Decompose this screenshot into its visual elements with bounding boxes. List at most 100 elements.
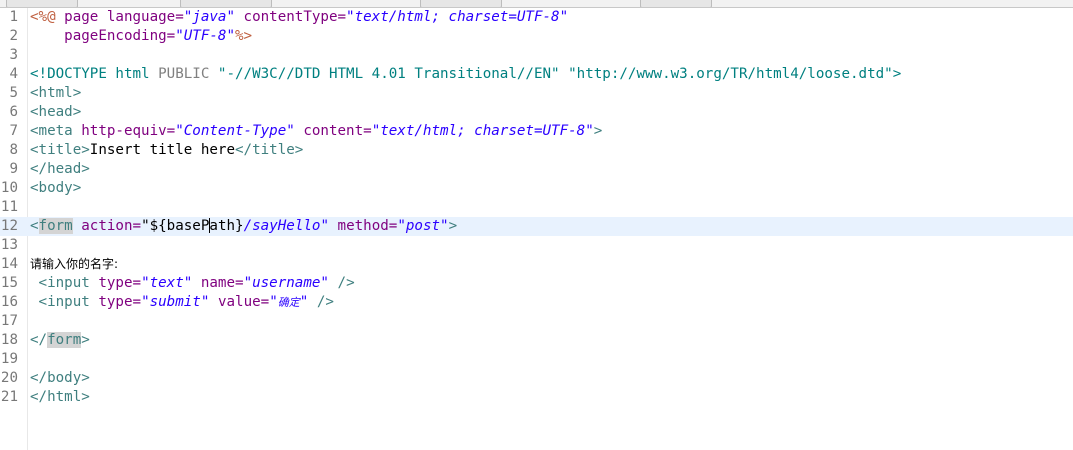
code-token: "text/html; charset=UTF-8" xyxy=(346,9,569,25)
code-text[interactable]: <!DOCTYPE html PUBLIC "-//W3C//DTD HTML … xyxy=(30,65,901,84)
code-token: <meta xyxy=(30,123,82,139)
code-token: form xyxy=(47,332,82,348)
code-line[interactable]: 9 </head> xyxy=(0,160,1073,179)
code-token: </title> xyxy=(235,142,304,158)
editor-tab[interactable] xyxy=(640,0,712,7)
code-text[interactable]: <meta http-equiv="Content-Type" content=… xyxy=(30,122,602,141)
line-number: 8 xyxy=(9,142,18,158)
code-line[interactable]: 4 <!DOCTYPE html PUBLIC "-//W3C//DTD HTML… xyxy=(0,65,1073,84)
code-line[interactable]: 6 <head> xyxy=(0,103,1073,122)
code-token: "${baseP xyxy=(141,218,210,234)
code-token: 确定 xyxy=(277,296,300,309)
code-text[interactable]: <body> xyxy=(30,179,81,198)
line-number: 7 xyxy=(9,123,18,139)
line-number: 14 xyxy=(0,256,18,272)
code-token: <input xyxy=(30,275,99,291)
code-line[interactable]: 21 </html> xyxy=(0,388,1073,407)
code-line[interactable]: 13 xyxy=(0,236,1073,255)
code-token: http-equiv= xyxy=(81,123,176,139)
line-number: 21 xyxy=(0,389,18,405)
code-token: > xyxy=(593,123,603,139)
code-token: /sayHello" xyxy=(243,218,329,234)
code-token: method= xyxy=(329,218,398,234)
code-token: name= xyxy=(192,275,244,291)
code-line[interactable]: 5 <html> xyxy=(0,84,1073,103)
code-token: Insert title here xyxy=(89,142,236,158)
code-text[interactable]: 请输入你的名字: xyxy=(30,255,118,274)
code-text[interactable]: <input type="submit" value="确定" /> xyxy=(30,293,334,312)
code-token: </body> xyxy=(30,370,90,386)
code-lines[interactable]: 1 <%@ page language="java" contentType="t… xyxy=(0,8,1073,407)
code-token: /> xyxy=(328,275,355,291)
code-token: "-//W3C//DTD HTML 4.01 Transitional//EN"… xyxy=(217,66,893,82)
code-token: contentType= xyxy=(235,9,347,25)
code-line[interactable]: 17 xyxy=(0,312,1073,331)
code-token: content= xyxy=(294,123,372,139)
code-token: language= xyxy=(106,9,184,25)
code-line[interactable]: 19 xyxy=(0,350,1073,369)
code-token: "text/html; charset=UTF-8" xyxy=(371,123,594,139)
editor-tab[interactable] xyxy=(6,0,78,7)
code-text[interactable]: <form action="${basePath}/sayHello" meth… xyxy=(30,217,457,236)
code-token: 请输入你的名字: xyxy=(30,257,119,271)
code-line[interactable]: 14 请输入你的名字: xyxy=(0,255,1073,274)
code-line[interactable]: 18 </form> xyxy=(0,331,1073,350)
code-text[interactable]: </body> xyxy=(30,369,90,388)
code-line[interactable]: 11 xyxy=(0,198,1073,217)
code-token: page xyxy=(55,9,107,25)
code-token: PUBLIC xyxy=(158,66,218,82)
code-token: <%@ xyxy=(30,9,56,25)
editor-tab-strip[interactable] xyxy=(0,0,1073,8)
code-token: < xyxy=(30,218,39,234)
code-editor[interactable]: 1 <%@ page language="java" contentType="t… xyxy=(0,0,1073,450)
code-token: </head> xyxy=(30,161,90,177)
code-line[interactable]: 3 xyxy=(0,46,1073,65)
code-text[interactable]: <html> xyxy=(30,84,81,103)
editor-tab[interactable] xyxy=(180,0,272,7)
code-text[interactable]: </form> xyxy=(30,331,90,350)
code-text[interactable]: <%@ page language="java" contentType="te… xyxy=(30,8,568,27)
code-text[interactable]: <input type="text" name="username" /> xyxy=(30,274,355,293)
code-line[interactable]: 8 <title>Insert title here</title> xyxy=(0,141,1073,160)
line-number: 9 xyxy=(9,161,18,177)
code-token: type= xyxy=(98,294,142,310)
code-token: "text" xyxy=(141,275,193,291)
code-token: %> xyxy=(235,28,253,44)
code-text[interactable]: <head> xyxy=(30,103,81,122)
code-line[interactable]: 10 <body> xyxy=(0,179,1073,198)
code-line[interactable]: 1 <%@ page language="java" contentType="t… xyxy=(0,8,1073,27)
code-token: <!DOCTYPE html xyxy=(30,66,159,82)
code-token: <body> xyxy=(30,180,82,196)
code-line[interactable]: 2 pageEncoding="UTF-8"%> xyxy=(0,27,1073,46)
code-token: > xyxy=(81,332,90,348)
code-token: action= xyxy=(72,218,142,234)
code-line[interactable]: 7 <meta http-equiv="Content-Type" content… xyxy=(0,122,1073,141)
code-text[interactable]: pageEncoding="UTF-8"%> xyxy=(30,27,252,46)
code-token: > xyxy=(448,218,458,234)
code-token: ath} xyxy=(209,218,244,234)
line-number: 13 xyxy=(0,237,18,253)
code-token: </html> xyxy=(30,389,90,405)
line-number: 20 xyxy=(0,370,18,386)
line-number: 15 xyxy=(0,275,18,291)
code-line[interactable]: 15 <input type="text" name="username" /> xyxy=(0,274,1073,293)
code-token: "java" xyxy=(183,9,235,25)
code-line[interactable]: 12 <form action="${basePath}/sayHello" me… xyxy=(0,217,1073,236)
code-text[interactable]: <title>Insert title here</title> xyxy=(30,141,303,160)
code-text[interactable]: </head> xyxy=(30,160,90,179)
code-token: type= xyxy=(98,275,142,291)
line-number: 2 xyxy=(9,28,18,44)
editor-tab[interactable] xyxy=(420,0,502,7)
code-line[interactable]: 16 <input type="submit" value="确定" /> xyxy=(0,293,1073,312)
code-token: <head> xyxy=(30,104,82,120)
line-number: 11 xyxy=(0,199,18,215)
line-number: 6 xyxy=(9,104,18,120)
line-number: 19 xyxy=(0,351,18,367)
line-number: 5 xyxy=(9,85,18,101)
code-line[interactable]: 20 </body> xyxy=(0,369,1073,388)
code-token: /> xyxy=(308,294,334,310)
code-text[interactable]: </html> xyxy=(30,388,90,407)
code-token: "post" xyxy=(397,218,449,234)
line-number: 1 xyxy=(9,9,18,25)
code-token: "submit" xyxy=(141,294,210,310)
